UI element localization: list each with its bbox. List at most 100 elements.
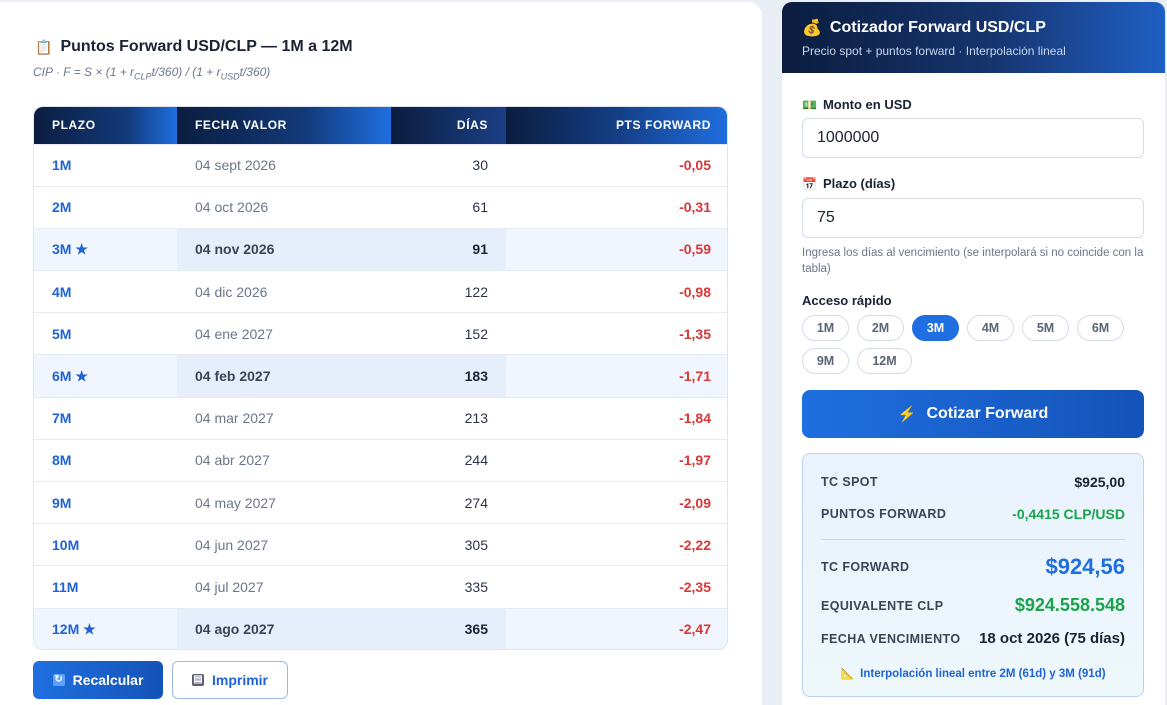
forward-value: $924,56 — [1045, 554, 1125, 579]
cell-dias: 30 — [391, 143, 506, 187]
cell-dias: 365 — [391, 607, 506, 649]
cell-fecha: 04 sept 2026 — [177, 143, 391, 187]
cell-plazo: 5M — [34, 312, 177, 355]
refresh-icon: ↻ — [52, 674, 65, 686]
chip-3m[interactable]: 3M — [912, 315, 959, 341]
table-row[interactable]: 1M 04 sept 2026 30 -0,05 — [34, 143, 727, 187]
cell-fecha: 04 feb 2027 — [177, 354, 391, 398]
cell-dias: 152 — [391, 312, 506, 355]
cell-dias: 183 — [391, 354, 506, 398]
cell-pts: -1,84 — [506, 396, 727, 440]
cell-plazo: 6M ★ — [34, 354, 177, 398]
cell-plazo: 2M — [34, 185, 177, 229]
cell-pts: -0,98 — [506, 270, 727, 313]
cotizador-subtitle: Precio spot + puntos forward · Interpola… — [802, 44, 1066, 58]
header-fecha-valor[interactable]: FECHA VALOR — [177, 107, 391, 144]
table-row[interactable]: 10M 04 jun 2027 305 -2,22 — [34, 523, 727, 566]
forward-points-table: PLAZO FECHA VALOR DÍAS PTS FORWARD 1M 04 … — [33, 106, 728, 650]
cell-pts: -2,35 — [506, 565, 727, 609]
table-row[interactable]: 9M 04 may 2027 274 -2,09 — [34, 480, 727, 524]
cell-fecha: 04 ago 2027 — [177, 607, 391, 649]
chip-12m[interactable]: 12M — [857, 348, 912, 374]
header-plazo[interactable]: PLAZO — [34, 107, 177, 144]
cotizador-title: 💰 Cotizador Forward USD/CLP — [802, 18, 1145, 38]
cell-fecha: 04 ene 2027 — [177, 312, 391, 355]
banknote-icon: 💵 — [802, 97, 817, 112]
cell-plazo: 10M — [34, 523, 177, 566]
recalcular-label: Recalcular — [72, 672, 144, 688]
chip-6m[interactable]: 6M — [1077, 315, 1124, 341]
result-divider — [821, 539, 1125, 540]
equivalente-value: $924.558.548 — [1014, 595, 1125, 615]
cell-dias: 91 — [391, 227, 506, 271]
calendar-icon: 📅 — [802, 176, 817, 191]
acceso-rapido-label: Acceso rápido — [802, 293, 892, 308]
cell-pts: -1,35 — [506, 312, 727, 355]
table-row[interactable]: 4M 04 dic 2026 122 -0,98 — [34, 270, 727, 313]
cip-formula: CIP · F = S × (1 + rCLPt/360) / (1 + rUS… — [33, 65, 271, 82]
table-header-row: PLAZO FECHA VALOR DÍAS PTS FORWARD — [34, 107, 727, 144]
puntos-value: -0,4415 CLP/USD — [1012, 506, 1125, 522]
cell-dias: 213 — [391, 396, 506, 440]
cell-pts: -1,71 — [506, 354, 727, 398]
result-equivalente: EQUIVALENTE CLP $924.558.548 — [821, 595, 1125, 615]
ruler-icon: 📐 — [840, 668, 855, 680]
cell-fecha: 04 oct 2026 — [177, 185, 391, 229]
cotizar-forward-button[interactable]: ⚡ Cotizar Forward — [802, 390, 1144, 438]
cell-fecha: 04 jun 2027 — [177, 523, 391, 566]
table-row[interactable]: 5M 04 ene 2027 152 -1,35 — [34, 312, 727, 355]
table-row[interactable]: 8M 04 abr 2027 244 -1,97 — [34, 438, 727, 482]
cotizar-label: Cotizar Forward — [926, 405, 1049, 422]
header-dias[interactable]: DÍAS — [391, 107, 506, 144]
cotizador-panel: 💰 Cotizador Forward USD/CLP Precio spot … — [782, 2, 1165, 705]
cotizador-title-text: Cotizador Forward USD/CLP — [829, 19, 1046, 36]
cell-pts: -0,59 — [506, 227, 727, 271]
plazo-input[interactable] — [802, 198, 1144, 238]
table-row[interactable]: 7M 04 mar 2027 213 -1,84 — [34, 396, 727, 440]
cell-dias: 61 — [391, 185, 506, 229]
cell-fecha: 04 nov 2026 — [177, 227, 391, 271]
imprimir-button[interactable]: ▤ Imprimir — [172, 661, 288, 699]
chip-5m[interactable]: 5M — [1022, 315, 1069, 341]
result-vencimiento: FECHA VENCIMIENTO 18 oct 2026 (75 días) — [821, 630, 1125, 647]
plazo-label: 📅 Plazo (días) — [802, 176, 896, 191]
monto-input[interactable] — [802, 118, 1144, 158]
clipboard-icon: 📋 — [35, 38, 53, 55]
forward-points-panel: 📋 Puntos Forward USD/CLP — 1M a 12M CIP … — [0, 2, 762, 705]
cell-plazo: 1M — [34, 143, 177, 187]
cell-pts: -2,09 — [506, 480, 727, 524]
monto-label: 💵 Monto en USD — [802, 97, 912, 112]
table-row[interactable]: 2M 04 oct 2026 61 -0,31 — [34, 185, 727, 229]
chip-2m[interactable]: 2M — [857, 315, 904, 341]
cell-pts: -2,47 — [506, 607, 727, 649]
vencimiento-value: 18 oct 2026 (75 días) — [979, 630, 1125, 647]
printer-icon: ▤ — [191, 674, 204, 686]
result-puntos: PUNTOS FORWARD -0,4415 CLP/USD — [821, 506, 1125, 522]
recalcular-button[interactable]: ↻ Recalcular — [33, 661, 163, 699]
lightning-icon: ⚡ — [897, 406, 917, 423]
header-pts-forward[interactable]: PTS FORWARD — [506, 107, 727, 144]
quick-access-chips: 1M 2M 3M 4M 5M 6M 9M 12M — [802, 315, 1147, 374]
cell-pts: -0,05 — [506, 143, 727, 187]
result-spot: TC SPOT $925,00 — [821, 474, 1125, 490]
table-row-highlighted[interactable]: 3M ★ 04 nov 2026 91 -0,59 — [34, 227, 727, 271]
spot-value: $925,00 — [1074, 474, 1125, 490]
panel-title-text: Puntos Forward USD/CLP — 1M a 12M — [60, 38, 353, 55]
cell-fecha: 04 abr 2027 — [177, 438, 391, 482]
cell-plazo: 11M — [34, 565, 177, 609]
cell-plazo: 4M — [34, 270, 177, 313]
panel-title: 📋 Puntos Forward USD/CLP — 1M a 12M — [35, 38, 353, 56]
cell-plazo: 8M — [34, 438, 177, 482]
table-row-highlighted[interactable]: 12M ★ 04 ago 2027 365 -2,47 — [34, 607, 727, 649]
chip-1m[interactable]: 1M — [802, 315, 849, 341]
cell-dias: 244 — [391, 438, 506, 482]
table-row[interactable]: 11M 04 jul 2027 335 -2,35 — [34, 565, 727, 609]
cell-dias: 122 — [391, 270, 506, 313]
chip-9m[interactable]: 9M — [802, 348, 849, 374]
cell-plazo: 12M ★ — [34, 607, 177, 649]
chip-4m[interactable]: 4M — [967, 315, 1014, 341]
table-row-highlighted[interactable]: 6M ★ 04 feb 2027 183 -1,71 — [34, 354, 727, 398]
cell-pts: -0,31 — [506, 185, 727, 229]
cell-fecha: 04 jul 2027 — [177, 565, 391, 609]
interpolation-note: 📐 Interpolación lineal entre 2M (61d) y … — [840, 667, 1106, 681]
